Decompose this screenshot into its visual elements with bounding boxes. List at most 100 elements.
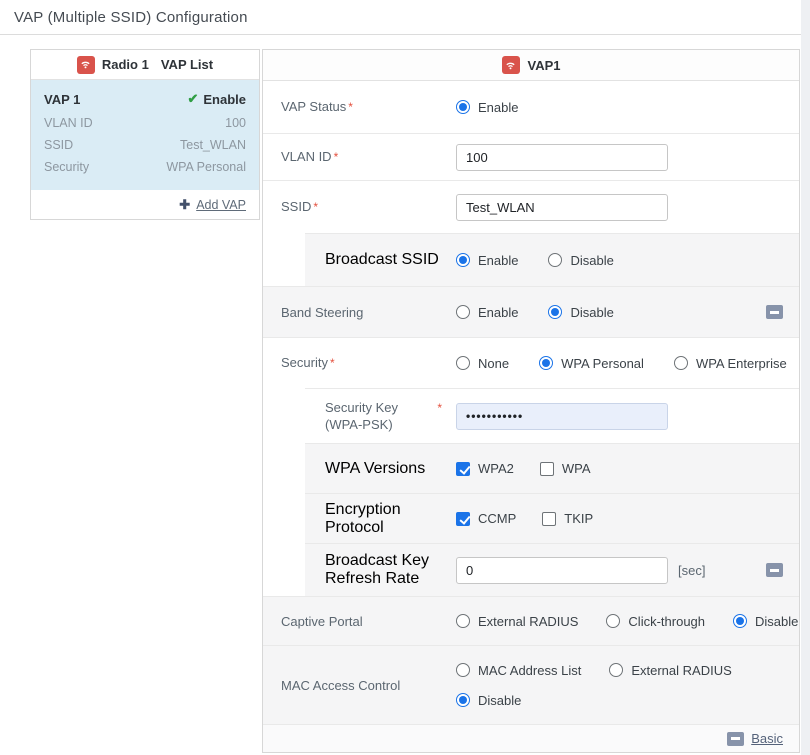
row-wpa-versions: WPA Versions WPA2 WPA <box>263 443 799 493</box>
check-icon: ✔ <box>187 91 198 107</box>
vap-summary-row: SSIDTest_WLAN <box>44 134 246 156</box>
row-vlan-id: VLAN ID* <box>263 133 799 180</box>
row-band-steering: Band Steering Enable Disable <box>263 286 799 337</box>
row-broadcast-ssid: Broadcast SSID Enable Disable <box>263 233 799 286</box>
field-label: Security Key (WPA-PSK) * <box>325 399 456 433</box>
field-label: MAC Access Control <box>263 677 456 694</box>
scrollbar-track[interactable] <box>801 0 810 755</box>
unit-label: [sec] <box>678 563 705 578</box>
field-label: Broadcast SSID <box>325 251 456 269</box>
radio-icon[interactable] <box>539 356 553 370</box>
add-vap-row: ✚ Add VAP <box>31 190 259 219</box>
field-label: WPA Versions <box>325 460 456 478</box>
indent-gutter <box>263 388 305 443</box>
indent-gutter <box>263 233 305 286</box>
radio-icon[interactable] <box>548 305 562 319</box>
radio-icon[interactable] <box>456 614 470 628</box>
page-header: VAP (Multiple SSID) Configuration <box>0 0 810 35</box>
ssid-input[interactable] <box>456 194 668 221</box>
wifi-icon <box>77 56 95 74</box>
field-label: Broadcast Key Refresh Rate <box>325 552 456 588</box>
checkbox-wpa[interactable]: WPA <box>540 461 591 476</box>
page-title: VAP (Multiple SSID) Configuration <box>14 9 796 26</box>
indent-gutter <box>263 493 305 543</box>
row-security: Security* None WPA Personal WPA Enterpri… <box>263 337 799 388</box>
required-asterisk: * <box>334 150 339 164</box>
broadcast-key-refresh-input[interactable] <box>456 557 668 584</box>
radio-icon[interactable] <box>456 100 470 114</box>
checkbox-icon[interactable] <box>540 462 554 476</box>
vap-list-header: Radio 1 VAP List <box>31 50 259 80</box>
radio-none[interactable]: None <box>456 356 509 371</box>
radio-label: Radio 1 <box>102 57 149 72</box>
row-mac-access-control: MAC Access Control MAC Address List Exte… <box>263 645 799 724</box>
security-key-input[interactable] <box>456 403 668 430</box>
checkbox-icon[interactable] <box>456 462 470 476</box>
checkbox-icon[interactable] <box>542 512 556 526</box>
required-asterisk: * <box>313 200 318 214</box>
row-security-key: Security Key (WPA-PSK) * <box>263 388 799 443</box>
row-ssid: SSID* <box>263 180 799 233</box>
required-asterisk: * <box>437 401 456 415</box>
field-label: Security* <box>263 354 456 372</box>
collapse-minus-icon[interactable] <box>727 732 744 746</box>
field-label: Captive Portal <box>263 613 456 630</box>
radio-icon[interactable] <box>674 356 688 370</box>
field-label: VLAN ID* <box>263 148 456 166</box>
row-broadcast-key-refresh: Broadcast Key Refresh Rate [sec] <box>263 543 799 596</box>
radio-click-through[interactable]: Click-through <box>606 614 705 629</box>
vap-form-panel: VAP1 VAP Status* Enable VLAN ID* SSID* <box>262 49 800 753</box>
vap-summary-row: VLAN ID100 <box>44 112 246 134</box>
plus-icon: ✚ <box>179 197 190 213</box>
vap-name: VAP 1 <box>44 92 80 107</box>
radio-enable[interactable]: Enable <box>456 100 518 115</box>
basic-link[interactable]: Basic <box>751 731 783 746</box>
vlan-id-input[interactable] <box>456 144 668 171</box>
radio-enable[interactable]: Enable <box>456 305 518 320</box>
indent-gutter <box>263 543 305 596</box>
field-label: Encryption Protocol <box>325 501 456 537</box>
checkbox-ccmp[interactable]: CCMP <box>456 511 516 526</box>
vap-form-header: VAP1 <box>263 50 799 81</box>
radio-icon[interactable] <box>456 253 470 267</box>
radio-disable[interactable]: Disable <box>548 253 613 268</box>
radio-enable[interactable]: Enable <box>456 253 518 268</box>
form-footer: Basic <box>263 724 799 752</box>
radio-wpa-personal[interactable]: WPA Personal <box>539 356 644 371</box>
radio-icon[interactable] <box>548 253 562 267</box>
checkbox-tkip[interactable]: TKIP <box>542 511 593 526</box>
vap-summary-row: SecurityWPA Personal <box>44 156 246 178</box>
vap-list-title: VAP List <box>161 57 213 72</box>
radio-icon[interactable] <box>456 663 470 677</box>
add-vap-link[interactable]: Add VAP <box>196 198 246 212</box>
row-encryption-protocol: Encryption Protocol CCMP TKIP <box>263 493 799 543</box>
radio-icon[interactable] <box>609 663 623 677</box>
indent-gutter <box>263 443 305 493</box>
row-vap-status: VAP Status* Enable <box>263 81 799 133</box>
collapse-minus-icon[interactable] <box>766 305 783 319</box>
radio-external-radius[interactable]: External RADIUS <box>609 663 731 678</box>
required-asterisk: * <box>330 356 335 370</box>
radio-icon[interactable] <box>606 614 620 628</box>
radio-icon[interactable] <box>456 693 470 707</box>
radio-wpa-enterprise[interactable]: WPA Enterprise <box>674 356 787 371</box>
radio-disable[interactable]: Disable <box>456 693 521 708</box>
radio-external-radius[interactable]: External RADIUS <box>456 614 578 629</box>
radio-mac-address-list[interactable]: MAC Address List <box>456 663 581 678</box>
checkbox-icon[interactable] <box>456 512 470 526</box>
required-asterisk: * <box>348 100 353 114</box>
field-label: VAP Status* <box>263 98 456 116</box>
radio-icon[interactable] <box>733 614 747 628</box>
row-captive-portal: Captive Portal External RADIUS Click-thr… <box>263 596 799 645</box>
vap-form-title: VAP1 <box>528 58 561 73</box>
radio-icon[interactable] <box>456 305 470 319</box>
radio-icon[interactable] <box>456 356 470 370</box>
field-label: SSID* <box>263 198 456 216</box>
collapse-minus-icon[interactable] <box>766 563 783 577</box>
vap-list-item[interactable]: VAP 1 ✔ Enable VLAN ID100 SSIDTest_WLAN … <box>31 80 259 190</box>
vap-list-panel: Radio 1 VAP List VAP 1 ✔ Enable VLAN ID1… <box>30 49 260 220</box>
radio-disable[interactable]: Disable <box>733 614 798 629</box>
field-label: Band Steering <box>263 304 456 321</box>
checkbox-wpa2[interactable]: WPA2 <box>456 461 514 476</box>
radio-disable[interactable]: Disable <box>548 305 613 320</box>
